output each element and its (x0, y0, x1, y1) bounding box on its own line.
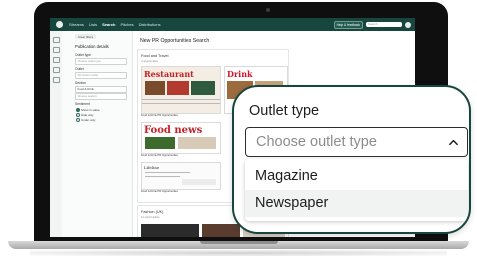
laptop-notch (200, 241, 278, 244)
publication-thumbnail[interactable]: Lifeline (141, 162, 221, 190)
thumbnail-caption: Food & Drink PR Opportunities (141, 154, 178, 157)
card-title: Fashion (UK) (141, 210, 164, 214)
outlet-type-label: Outlet type (75, 53, 91, 57)
avatar-icon[interactable] (405, 21, 411, 28)
text-line (142, 99, 220, 101)
laptop-shadow (30, 250, 447, 256)
outlet-select[interactable]: All chosen outlet (75, 72, 127, 79)
outlet-label: Outlet (75, 67, 84, 71)
nav-streams[interactable]: Streams (69, 22, 84, 27)
text-line (145, 176, 180, 178)
card-subtitle: 4 opportunities (141, 60, 159, 63)
radio-hide-label: Hide only (81, 112, 94, 117)
global-search-input[interactable]: Search (366, 22, 402, 28)
feedback-button[interactable]: Help & feedback (333, 21, 363, 29)
photo (178, 137, 216, 149)
nav-distributions[interactable]: Distributions (139, 22, 161, 27)
publication-thumbnail[interactable]: Food news (141, 122, 221, 154)
card-title: Food and Travel (141, 54, 169, 58)
photo (167, 81, 189, 95)
caret-up-icon[interactable] (448, 137, 459, 148)
publication-thumbnail[interactable] (141, 224, 199, 237)
filters-title: Publication details (75, 44, 109, 49)
radio-hide[interactable] (76, 113, 81, 118)
photo (182, 179, 216, 185)
clear-filters-chip[interactable]: Clear filters (75, 34, 97, 40)
card-subtitle: 12 opportunities (141, 216, 160, 219)
publication-thumbnail[interactable] (202, 224, 240, 237)
radio-under[interactable] (76, 118, 81, 123)
option-magazine[interactable]: Magazine (245, 163, 468, 190)
filter-icon[interactable] (53, 67, 60, 73)
text-line (145, 172, 190, 174)
search-icon[interactable] (53, 37, 60, 43)
thumbnail-caption: Food & Drink PR Opportunities (141, 190, 178, 193)
camera-icon (266, 8, 270, 12)
publication-thumbnail[interactable]: Restaurant (141, 66, 221, 114)
outlet-type-options-menu: Magazine Newspaper (245, 159, 468, 221)
nav-search[interactable]: Search (102, 22, 115, 27)
thumbnail-caption: Food & Drink PR Opportunities (141, 114, 178, 117)
option-newspaper[interactable]: Newspaper (245, 190, 468, 217)
section-select[interactable]: Food & Drink (75, 86, 127, 93)
masthead: Drink (227, 69, 253, 79)
list-icon[interactable] (53, 47, 60, 53)
section-secondary-select[interactable]: Choose section (75, 93, 127, 100)
photo (145, 81, 165, 95)
masthead: Lifeline (144, 165, 160, 170)
masthead: Food news (144, 125, 203, 136)
page-title: New PR Opportunities Search (140, 38, 210, 44)
nav-pitches[interactable]: Pitches (120, 22, 133, 27)
radio-show[interactable] (76, 108, 81, 113)
filter-panel: Clear filters Publication details Outlet… (62, 31, 133, 237)
radio-under-label: Under only (81, 117, 96, 122)
outlet-type-label: Outlet type (249, 103, 320, 119)
top-right-tools: Help & feedback Search (333, 21, 411, 29)
logo-icon[interactable] (56, 21, 63, 28)
nav-lists[interactable]: Lists (89, 22, 97, 27)
masthead: Restaurant (144, 69, 194, 79)
section-label: Section (75, 81, 86, 85)
magnified-outlet-type-dropdown: Outlet type Choose outlet type Magazine … (232, 85, 471, 234)
sentiment-label: Sentiment (75, 102, 90, 106)
radio-show-label: Show in value (81, 107, 100, 112)
outlet-type-select[interactable]: Choose outlet type (245, 127, 468, 157)
outlet-type-select[interactable]: Choose outlet type (75, 58, 127, 65)
top-navigation-bar: Streams Lists Search Pitches Distributio… (50, 18, 415, 31)
bookmark-icon[interactable] (53, 57, 60, 63)
settings-icon[interactable] (53, 77, 60, 83)
text-line (142, 103, 220, 105)
outlet-type-placeholder: Choose outlet type (256, 134, 377, 150)
photo (191, 81, 215, 95)
photo (145, 137, 175, 149)
